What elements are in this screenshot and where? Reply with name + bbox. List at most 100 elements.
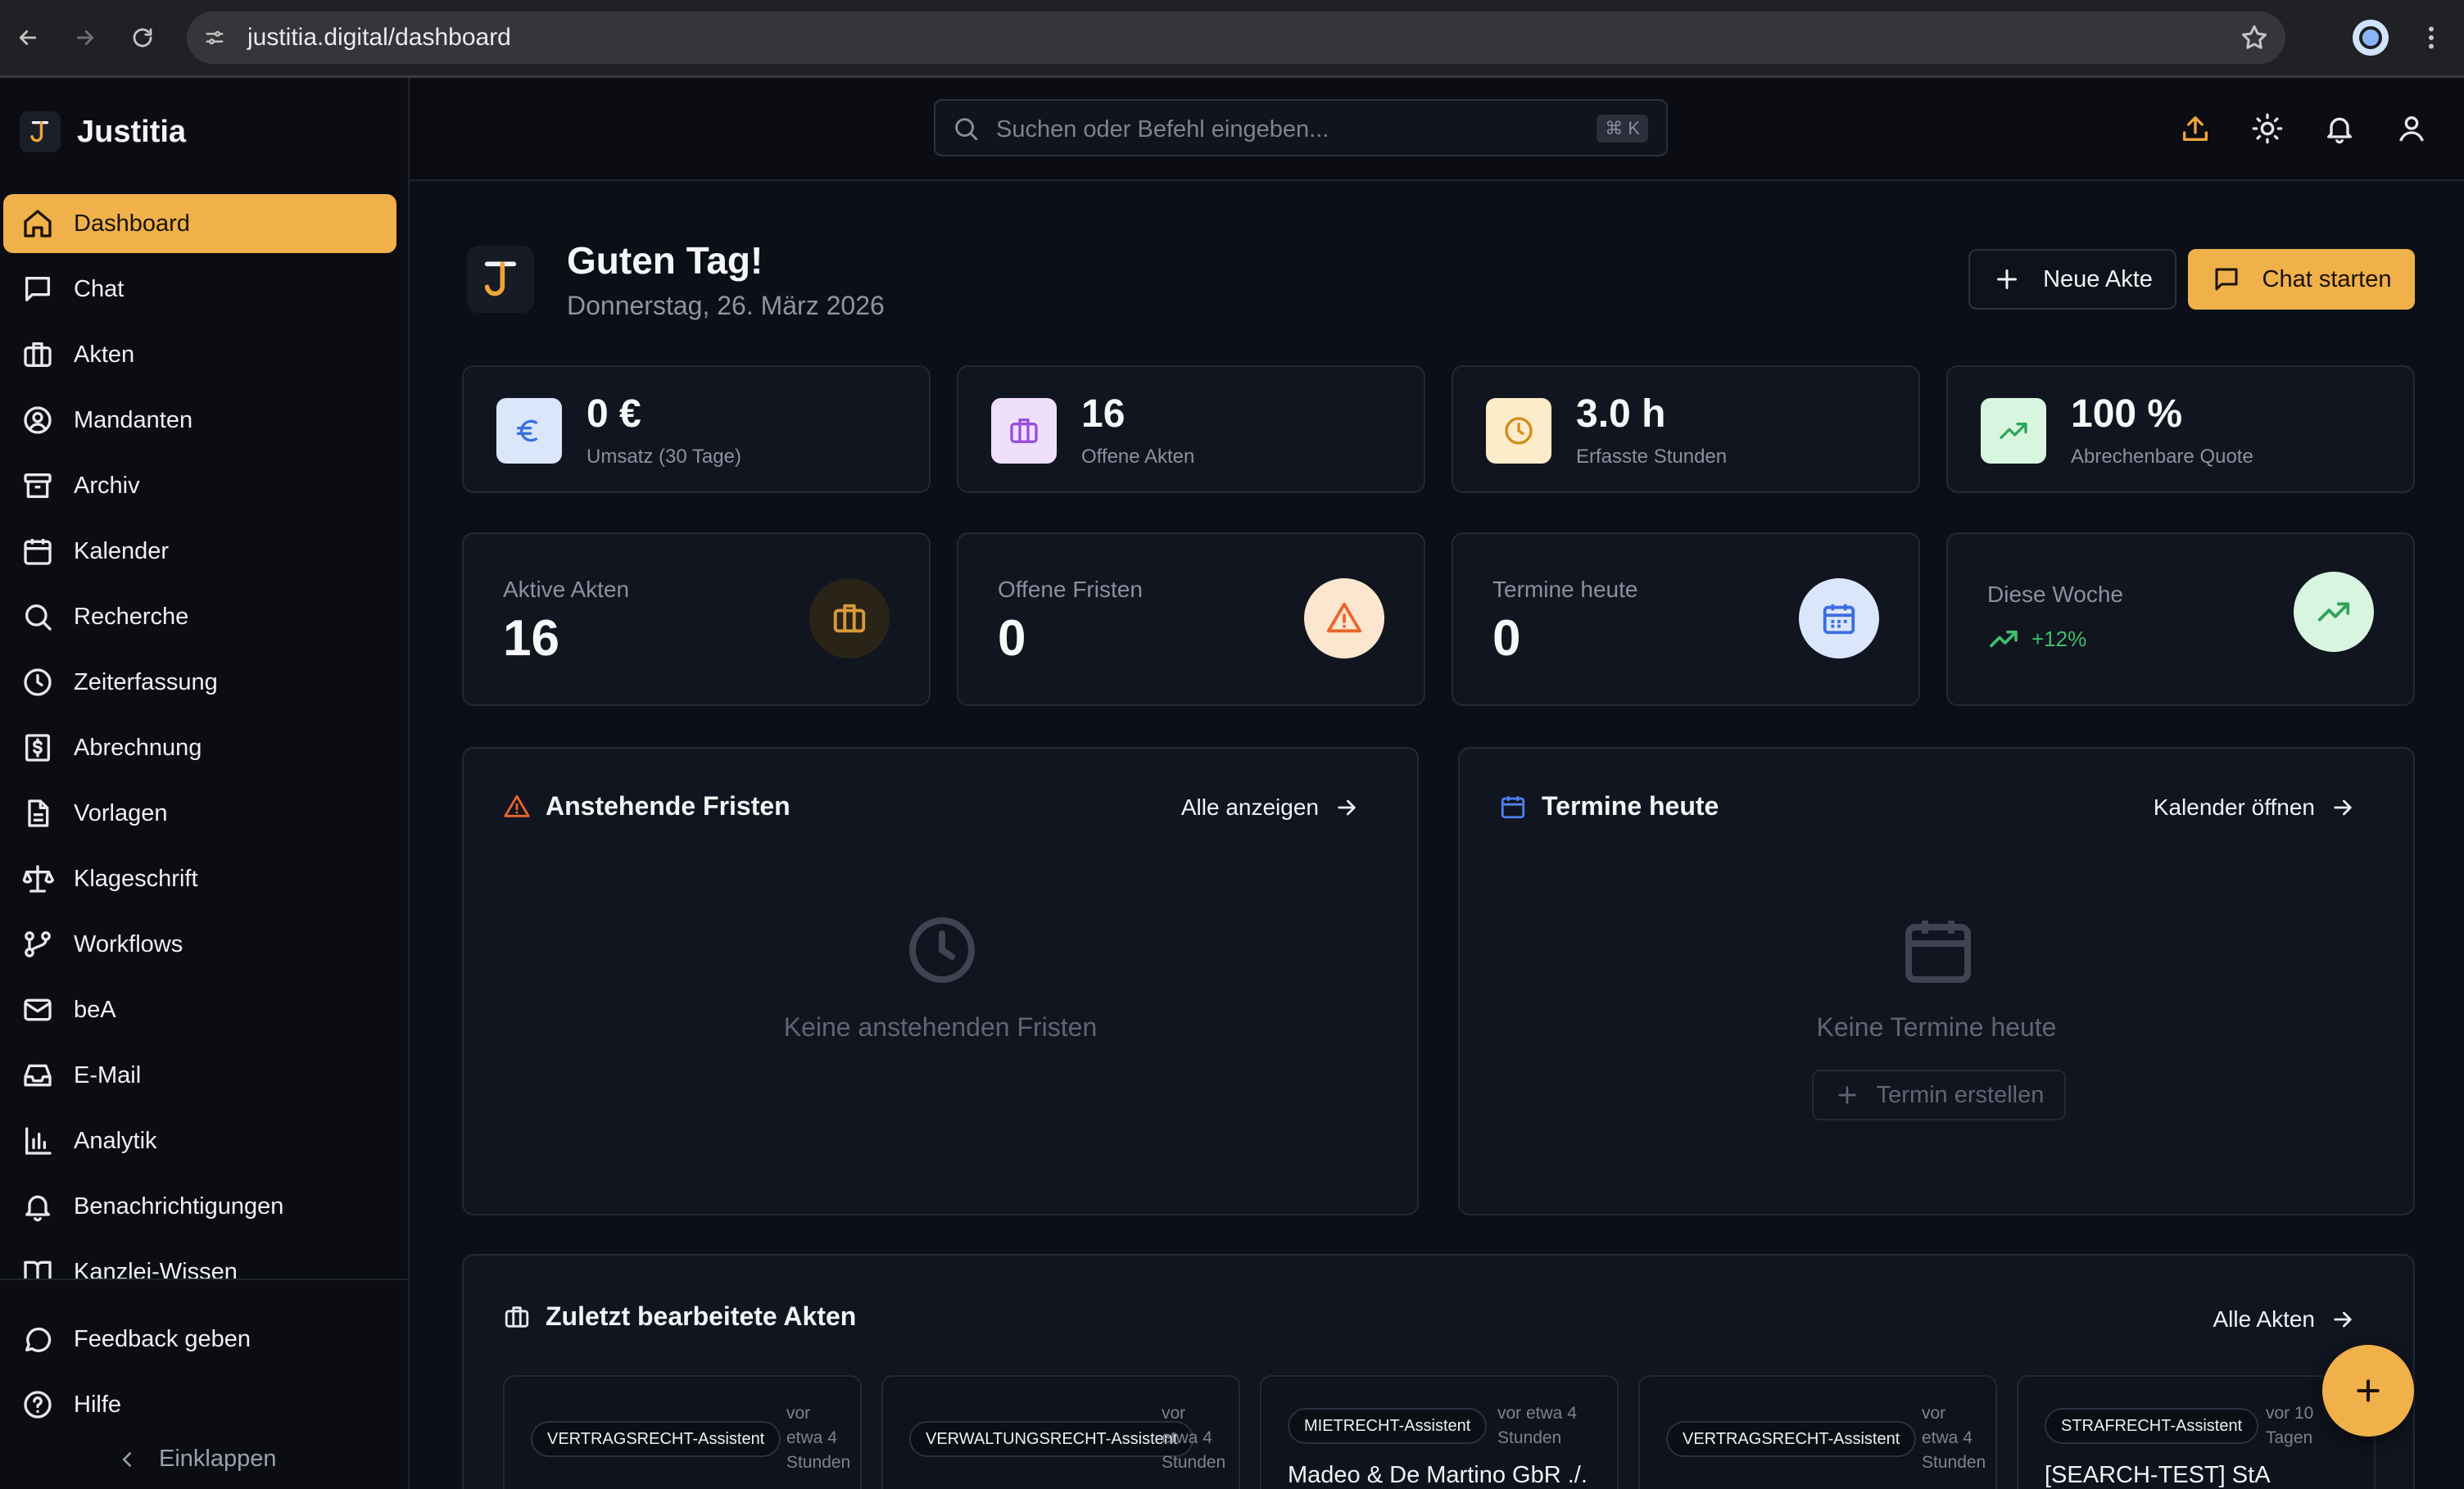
sidebar-item-label: beA <box>74 996 116 1023</box>
sidebar-item-label: Analytik <box>74 1127 157 1154</box>
sidebar-item-email[interactable]: E-Mail <box>3 1046 396 1105</box>
kpi-card-hours[interactable]: 3.0 h Erfasste Stunden <box>1452 365 1920 493</box>
greeting-title: Guten Tag! <box>567 239 763 282</box>
sidebar-item-label: Abrechnung <box>74 734 202 761</box>
collapse-sidebar-button[interactable]: Einklappen <box>115 1446 277 1473</box>
back-arrow-icon[interactable] <box>10 20 46 56</box>
open-calendar-link[interactable]: Kalender öffnen <box>2154 794 2356 821</box>
stat-card-appointments-today[interactable]: Termine heute 0 <box>1452 532 1920 706</box>
profile-avatar[interactable] <box>2353 20 2389 56</box>
stat-card-open-deadlines[interactable]: Offene Fristen 0 <box>957 532 1425 706</box>
clock-icon <box>909 917 975 983</box>
feedback-button[interactable]: Feedback geben <box>21 1315 251 1364</box>
sidebar-item-abrechnung[interactable]: Abrechnung <box>3 718 396 777</box>
brand[interactable]: Justitia <box>20 109 186 155</box>
sidebar-item-zeiterfassung[interactable]: Zeiterfassung <box>3 653 396 712</box>
browser-chrome: justitia.digital/dashboard <box>0 0 2464 75</box>
create-appointment-button[interactable]: Termin erstellen <box>1812 1070 2066 1120</box>
kpi-card-billable[interactable]: 100 % Abrechenbare Quote <box>1946 365 2415 493</box>
sidebar-item-dashboard[interactable]: Dashboard <box>3 194 396 253</box>
recent-case-card[interactable]: MIETRECHT-Assistent vor etwa 4 Stunden Ma… <box>1260 1375 1619 1489</box>
forward-arrow-icon[interactable] <box>67 20 103 56</box>
help-button[interactable]: Hilfe <box>21 1380 121 1429</box>
stat-label: Termine heute <box>1492 577 1638 602</box>
sidebar-item-benachrichtigungen[interactable]: Benachrichtigungen <box>3 1177 396 1236</box>
kpi-value: 0 € <box>587 392 641 436</box>
sidebar-item-akten[interactable]: Akten <box>3 325 396 384</box>
stat-label: Offene Fristen <box>998 577 1143 602</box>
bookmark-star-icon[interactable] <box>2240 23 2269 52</box>
show-all-deadlines-link[interactable]: Alle anzeigen <box>1181 794 1360 821</box>
new-case-button[interactable]: Neue Akte <box>1968 249 2176 310</box>
create-appointment-label: Termin erstellen <box>1876 1081 2045 1108</box>
user-circle-icon <box>24 406 52 434</box>
start-chat-button[interactable]: Chat starten <box>2188 249 2415 310</box>
stat-card-active-cases[interactable]: Aktive Akten 16 <box>462 532 931 706</box>
stat-value: 0 <box>1492 610 1521 667</box>
kpi-value: 100 % <box>2071 392 2183 436</box>
trending-up-icon <box>2294 572 2374 652</box>
upload-icon[interactable] <box>2179 112 2212 145</box>
case-updated-time: vor etwa 4 Stunden <box>1922 1404 1986 1472</box>
site-settings-icon[interactable] <box>202 25 228 51</box>
kpi-card-revenue[interactable]: 0 € Umsatz (30 Tage) <box>462 365 931 493</box>
more-vert-icon[interactable] <box>2416 20 2446 56</box>
kpi-label: Umsatz (30 Tage) <box>587 446 741 468</box>
stat-card-this-week[interactable]: Diese Woche +12% <box>1946 532 2415 706</box>
message-circle-icon <box>25 1327 52 1352</box>
sidebar-item-chat[interactable]: Chat <box>3 260 396 319</box>
link-label: Alle anzeigen <box>1180 794 1319 820</box>
case-type-badge: STRAFRECHT-Assistent <box>2045 1408 2259 1444</box>
sun-icon[interactable] <box>2251 112 2284 145</box>
home-icon <box>24 210 52 238</box>
deadlines-panel: Anstehende Fristen Alle anzeigen Keine a… <box>462 747 1419 1215</box>
recent-case-card[interactable]: VERTRAGSRECHT-Assistent vor etwa 4 Stunden <box>1638 1375 1997 1489</box>
sidebar-item-workflows[interactable]: Workflows <box>3 915 396 974</box>
message-square-icon <box>25 277 50 301</box>
help-label: Hilfe <box>74 1391 122 1418</box>
appointments-panel: Termine heute Kalender öffnen Keine Term… <box>1458 747 2415 1215</box>
reload-icon[interactable] <box>125 20 161 56</box>
case-updated-time: vor etwa 4 Stunden <box>1497 1404 1577 1447</box>
bell-icon <box>25 1195 50 1222</box>
clock-icon <box>1486 398 1551 464</box>
sidebar-item-bea[interactable]: beA <box>3 980 396 1039</box>
sidebar-item-label: Workflows <box>74 930 183 957</box>
sidebar-item-archiv[interactable]: Archiv <box>3 456 396 515</box>
appointments-title: Termine heute <box>1499 791 1719 821</box>
recent-case-card[interactable]: VERTRAGSRECHT-Assistent vor etwa 4 Stunden <box>503 1375 862 1489</box>
deadlines-title: Anstehende Fristen <box>503 791 790 821</box>
sidebar-item-vorlagen[interactable]: Vorlagen <box>3 784 396 843</box>
stat-label: Aktive Akten <box>503 577 630 602</box>
search-placeholder[interactable]: Suchen oder Befehl eingeben... <box>996 116 1329 143</box>
trending-up-icon <box>1981 398 2046 464</box>
recent-case-card[interactable]: VERWALTUNGSRECHT-Assistent vor etwa 4 Stun… <box>881 1375 1240 1489</box>
sidebar-item-label: Zeiterfassung <box>74 668 218 695</box>
sidebar-item-label: Dashboard <box>74 210 190 237</box>
sidebar-item-kalender[interactable]: Kalender <box>3 522 396 581</box>
shortcut-hint: ⌘ K <box>1597 115 1648 143</box>
stat-value: 16 <box>503 610 559 667</box>
command-search[interactable]: Suchen oder Befehl eingeben... ⌘ K <box>934 99 1668 156</box>
user-icon[interactable] <box>2395 112 2428 145</box>
collapse-label: Einklappen <box>159 1446 277 1472</box>
sidebar-item-label: Vorlagen <box>74 799 168 826</box>
arrow-right-icon <box>2334 799 2352 816</box>
sidebar-item-klageschrift[interactable]: Klageschrift <box>3 849 396 908</box>
address-bar[interactable]: justitia.digital/dashboard <box>187 11 2285 64</box>
sidebar-item-recherche[interactable]: Recherche <box>3 587 396 646</box>
case-title: Madeo & De Martino GbR ./. <box>1288 1462 1588 1488</box>
kpi-label: Erfasste Stunden <box>1576 446 1728 468</box>
panel-title: Zuletzt bearbeitete Akten <box>546 1301 857 1331</box>
url-text[interactable]: justitia.digital/dashboard <box>247 24 511 52</box>
sidebar-item-mandanten[interactable]: Mandanten <box>3 391 396 450</box>
inbox-icon <box>24 1064 52 1087</box>
plus-icon <box>1837 1086 1856 1104</box>
quick-add-button[interactable] <box>2322 1345 2414 1437</box>
briefcase-icon <box>24 342 52 367</box>
bar-chart-icon <box>25 1127 52 1155</box>
kpi-card-open-cases[interactable]: 16 Offene Akten <box>957 365 1425 493</box>
bell-icon[interactable] <box>2323 112 2356 145</box>
all-cases-link[interactable]: Alle Akten <box>2213 1306 2356 1333</box>
sidebar-item-analytik[interactable]: Analytik <box>3 1111 396 1170</box>
